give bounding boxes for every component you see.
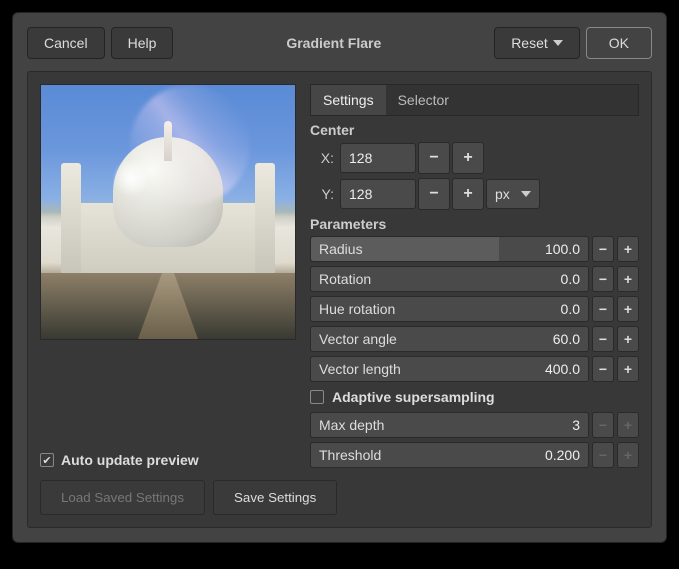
chevron-down-icon xyxy=(521,191,531,197)
preview-image[interactable] xyxy=(40,84,296,340)
radius-decrement[interactable]: − xyxy=(592,236,614,262)
settings-column: Settings Selector Center X: 128 − + Y: 1… xyxy=(310,84,639,468)
hue-rotation-value: 0.0 xyxy=(561,301,580,317)
center-y-decrement[interactable]: − xyxy=(418,178,450,210)
vector-angle-slider[interactable]: Vector angle 60.0 xyxy=(310,326,589,352)
threshold-decrement: − xyxy=(592,442,614,468)
center-y-row: Y: 128 − + px xyxy=(310,178,639,210)
hue-rotation-slider[interactable]: Hue rotation 0.0 xyxy=(310,296,589,322)
section-center-label: Center xyxy=(310,122,639,138)
chevron-down-icon xyxy=(553,40,563,46)
auto-update-label: Auto update preview xyxy=(61,452,199,468)
dialog-header: Cancel Help Gradient Flare Reset OK xyxy=(27,27,652,59)
dialog-title: Gradient Flare xyxy=(179,35,488,51)
param-row-max-depth: Max depth 3 − + xyxy=(310,412,639,438)
center-y-label: Y: xyxy=(310,186,338,202)
center-y-input[interactable]: 128 xyxy=(340,179,416,209)
tab-settings[interactable]: Settings xyxy=(311,85,386,115)
center-x-input[interactable]: 128 xyxy=(340,143,416,173)
param-row-radius: Radius 100.0 − + xyxy=(310,236,639,262)
supersampling-row: Adaptive supersampling xyxy=(310,386,639,408)
max-depth-slider[interactable]: Max depth 3 xyxy=(310,412,589,438)
tabs: Settings Selector xyxy=(310,84,639,116)
center-x-label: X: xyxy=(310,150,338,166)
footer-row: Load Saved Settings Save Settings xyxy=(40,480,639,515)
preview-column: Auto update preview xyxy=(40,84,296,468)
radius-label: Radius xyxy=(319,241,545,257)
radius-slider[interactable]: Radius 100.0 xyxy=(310,236,589,262)
tab-selector[interactable]: Selector xyxy=(386,85,461,115)
rotation-decrement[interactable]: − xyxy=(592,266,614,292)
radius-increment[interactable]: + xyxy=(617,236,639,262)
vector-length-slider[interactable]: Vector length 400.0 xyxy=(310,356,589,382)
unit-value: px xyxy=(495,186,510,202)
param-row-hue: Hue rotation 0.0 − + xyxy=(310,296,639,322)
rotation-value: 0.0 xyxy=(561,271,580,287)
supersampling-label: Adaptive supersampling xyxy=(332,389,495,405)
vector-length-decrement[interactable]: − xyxy=(592,356,614,382)
center-y-increment[interactable]: + xyxy=(452,178,484,210)
dialog-gradient-flare: Cancel Help Gradient Flare Reset OK xyxy=(12,12,667,543)
rotation-slider[interactable]: Rotation 0.0 xyxy=(310,266,589,292)
vector-length-increment[interactable]: + xyxy=(617,356,639,382)
hue-rotation-label: Hue rotation xyxy=(319,301,561,317)
vector-angle-decrement[interactable]: − xyxy=(592,326,614,352)
threshold-increment: + xyxy=(617,442,639,468)
section-parameters-label: Parameters xyxy=(310,216,639,232)
center-x-decrement[interactable]: − xyxy=(418,142,450,174)
vector-length-label: Vector length xyxy=(319,361,545,377)
max-depth-value: 3 xyxy=(572,417,580,433)
save-settings-button[interactable]: Save Settings xyxy=(213,480,337,515)
rotation-increment[interactable]: + xyxy=(617,266,639,292)
vector-length-value: 400.0 xyxy=(545,361,580,377)
max-depth-label: Max depth xyxy=(319,417,572,433)
vector-angle-label: Vector angle xyxy=(319,331,553,347)
param-row-vector-length: Vector length 400.0 − + xyxy=(310,356,639,382)
load-settings-button[interactable]: Load Saved Settings xyxy=(40,480,205,515)
hue-rotation-increment[interactable]: + xyxy=(617,296,639,322)
threshold-label: Threshold xyxy=(319,447,545,463)
reset-button[interactable]: Reset xyxy=(494,27,580,59)
max-depth-increment: + xyxy=(617,412,639,438)
radius-value: 100.0 xyxy=(545,241,580,257)
reset-label: Reset xyxy=(511,35,548,51)
threshold-slider[interactable]: Threshold 0.200 xyxy=(310,442,589,468)
ok-button[interactable]: OK xyxy=(586,27,652,59)
threshold-value: 0.200 xyxy=(545,447,580,463)
param-row-threshold: Threshold 0.200 − + xyxy=(310,442,639,468)
vector-angle-value: 60.0 xyxy=(553,331,580,347)
vector-angle-increment[interactable]: + xyxy=(617,326,639,352)
supersampling-checkbox[interactable] xyxy=(310,390,324,404)
center-x-increment[interactable]: + xyxy=(452,142,484,174)
param-row-vector-angle: Vector angle 60.0 − + xyxy=(310,326,639,352)
param-row-rotation: Rotation 0.0 − + xyxy=(310,266,639,292)
auto-update-checkbox[interactable] xyxy=(40,453,54,467)
help-button[interactable]: Help xyxy=(111,27,174,59)
rotation-label: Rotation xyxy=(319,271,561,287)
auto-update-row: Auto update preview xyxy=(40,364,296,468)
hue-rotation-decrement[interactable]: − xyxy=(592,296,614,322)
dialog-content: Auto update preview Settings Selector Ce… xyxy=(27,71,652,528)
cancel-button[interactable]: Cancel xyxy=(27,27,105,59)
unit-select[interactable]: px xyxy=(486,179,540,209)
center-x-row: X: 128 − + xyxy=(310,142,639,174)
max-depth-decrement: − xyxy=(592,412,614,438)
content-top-row: Auto update preview Settings Selector Ce… xyxy=(40,84,639,468)
